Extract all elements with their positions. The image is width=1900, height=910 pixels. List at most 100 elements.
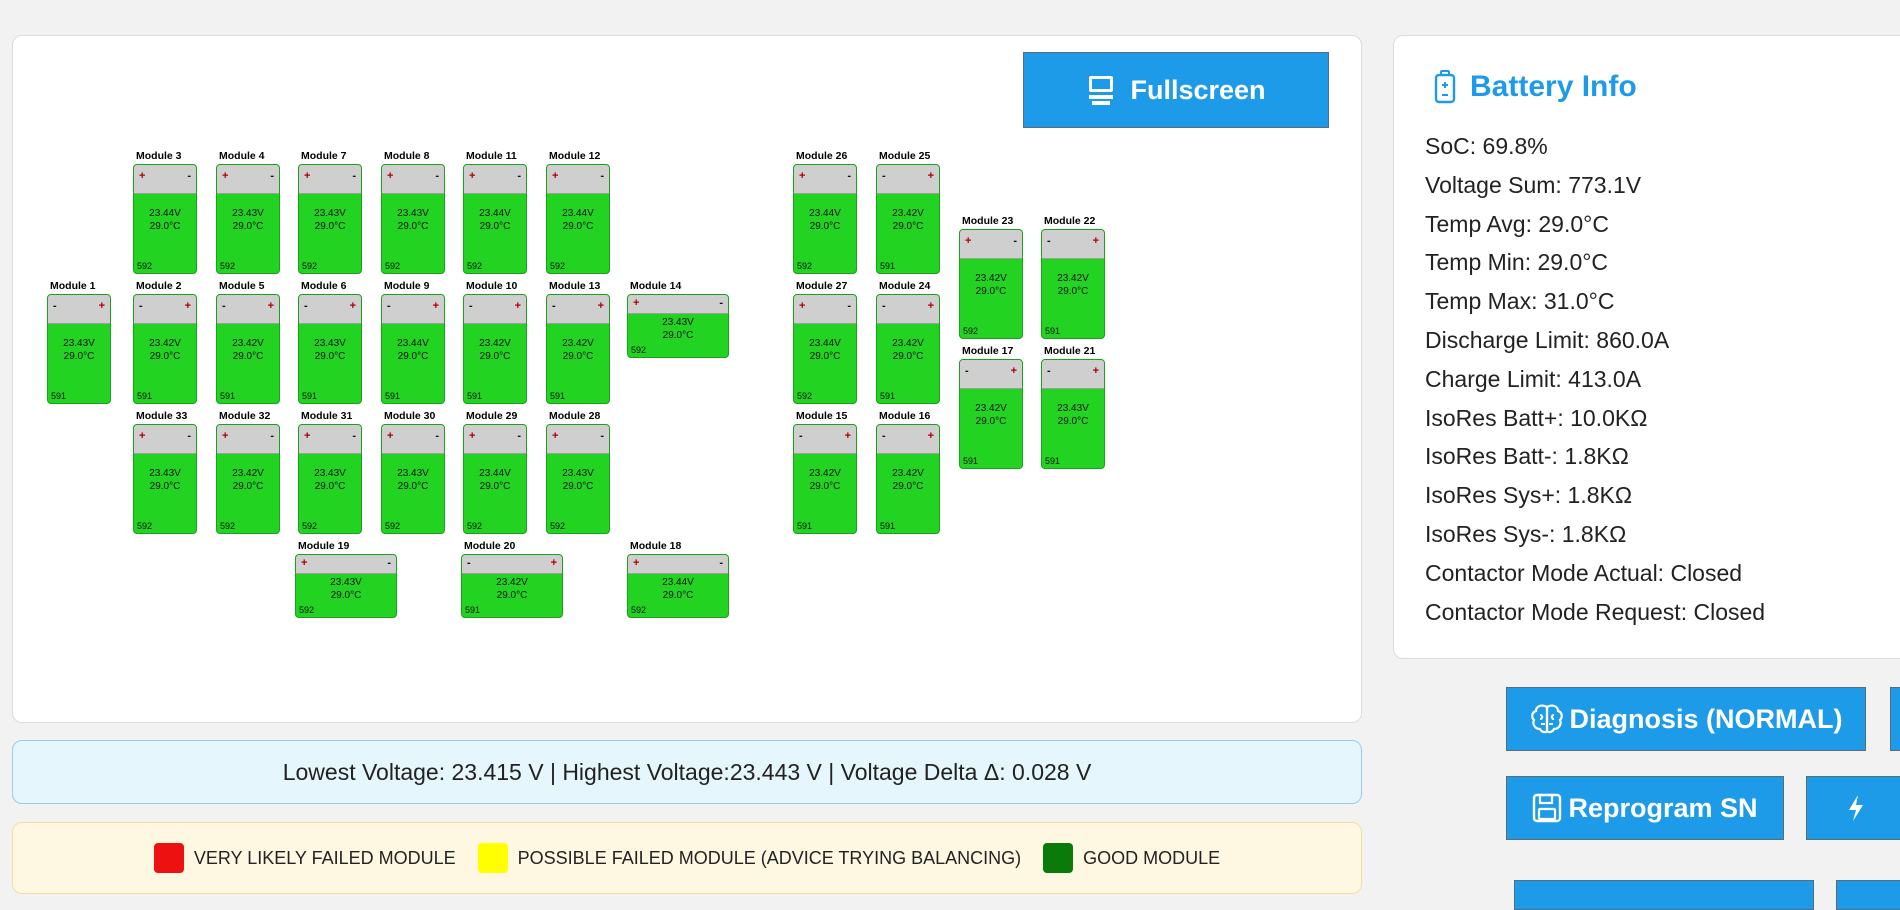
- legend-item-possible: POSSIBLE FAILED MODULE (ADVICE TRYING BA…: [477, 843, 1021, 873]
- module-voltage: 23.44V: [397, 338, 429, 349]
- module-terminal-cap: + -: [464, 165, 526, 194]
- module-serial: 591: [963, 456, 979, 466]
- module-label: Module 17: [962, 345, 1014, 357]
- module-terminal-cap: - +: [877, 165, 939, 194]
- battery-info-panel: Battery Info SoC: 69.8% Voltage Sum: 773…: [1393, 35, 1900, 659]
- module-voltage: 23.42V: [562, 338, 594, 349]
- partial-button-bottom-2[interactable]: [1836, 880, 1900, 910]
- partial-button-right-1[interactable]: [1890, 687, 1900, 751]
- terminal-right-icon: -: [187, 170, 191, 182]
- module-temperature: 29.0°C: [975, 286, 1007, 297]
- terminal-left-icon: +: [304, 170, 311, 182]
- module-readings: 23.42V 29.0°C: [217, 467, 279, 493]
- module-body: - +23.42V 29.0°C 591: [546, 294, 610, 404]
- module-voltage: 23.43V: [662, 317, 694, 328]
- info-voltage-sum: Voltage Sum: 773.1V: [1425, 171, 1642, 198]
- module-voltage: 23.43V: [63, 338, 95, 349]
- module-temperature: 29.0°C: [397, 481, 429, 492]
- module-body: + -23.43V 29.0°C 592: [381, 424, 445, 534]
- module-terminal-cap: + -: [299, 425, 361, 454]
- module-serial: 591: [1045, 326, 1061, 336]
- terminal-right-icon: -: [847, 300, 851, 312]
- module-readings: 23.43V 29.0°C: [1042, 402, 1104, 428]
- module-voltage: 23.43V: [314, 208, 346, 219]
- module-body: - +23.42V 29.0°C 591: [793, 424, 857, 534]
- module-serial: 592: [220, 261, 236, 271]
- module-serial: 592: [299, 605, 315, 615]
- terminal-right-icon: -: [719, 557, 723, 569]
- terminal-right-icon: +: [1010, 365, 1017, 377]
- terminal-right-icon: +: [184, 300, 191, 312]
- module-body: - +23.43V 29.0°C 591: [298, 294, 362, 404]
- voltage-summary-text: Lowest Voltage: 23.415 V | Highest Volta…: [282, 758, 1092, 785]
- lightning-button[interactable]: [1806, 776, 1900, 840]
- terminal-left-icon: +: [469, 430, 476, 442]
- module-temperature: 29.0°C: [149, 481, 181, 492]
- module-temperature: 29.0°C: [314, 351, 346, 362]
- module-body: + -23.43V 29.0°C 592: [133, 424, 197, 534]
- module-voltage: 23.42V: [809, 468, 841, 479]
- module-readings: 23.43V 29.0°C: [217, 207, 279, 233]
- terminal-right-icon: +: [1092, 365, 1099, 377]
- module-temperature: 29.0°C: [149, 351, 181, 362]
- module-voltage: 23.42V: [232, 338, 264, 349]
- module-label: Module 12: [549, 150, 601, 162]
- module-label: Module 3: [136, 150, 182, 162]
- module-readings: 23.44V 29.0°C: [628, 576, 728, 602]
- module-terminal-cap: - +: [1042, 230, 1104, 259]
- module-terminal-cap: + -: [296, 555, 396, 574]
- module-terminal-cap: - +: [464, 295, 526, 324]
- module-serial: 592: [963, 326, 979, 336]
- terminal-right-icon: -: [600, 170, 604, 182]
- module-voltage: 23.42V: [892, 468, 924, 479]
- terminal-left-icon: -: [222, 300, 226, 312]
- module-serial: 592: [550, 521, 566, 531]
- module-terminal-cap: - +: [877, 295, 939, 324]
- module-readings: 23.43V 29.0°C: [628, 316, 728, 342]
- module-voltage: 23.44V: [662, 577, 694, 588]
- module-temperature: 29.0°C: [1057, 416, 1089, 427]
- module-serial: 591: [1045, 456, 1061, 466]
- module-body: - +23.42V 29.0°C 591: [461, 554, 563, 618]
- module-temperature: 29.0°C: [562, 221, 594, 232]
- module-temperature: 29.0°C: [330, 590, 362, 601]
- terminal-right-icon: +: [844, 430, 851, 442]
- module-voltage: 23.43V: [330, 577, 362, 588]
- voltage-summary-bar: Lowest Voltage: 23.415 V | Highest Volta…: [12, 740, 1362, 804]
- module-terminal-cap: - +: [547, 295, 609, 324]
- module-label: Module 16: [879, 410, 931, 422]
- module-body: - +23.42V 29.0°C 591: [216, 294, 280, 404]
- legend-item-failed: VERY LIKELY FAILED MODULE: [153, 843, 456, 873]
- legend-swatch-yellow: [477, 843, 508, 873]
- module-temperature: 29.0°C: [397, 221, 429, 232]
- module-label: Module 31: [301, 410, 353, 422]
- module-readings: 23.44V 29.0°C: [464, 467, 526, 493]
- module-temperature: 29.0°C: [232, 481, 264, 492]
- module-voltage: 23.42V: [892, 208, 924, 219]
- terminal-left-icon: +: [552, 430, 559, 442]
- module-terminal-cap: - +: [217, 295, 279, 324]
- module-voltage: 23.43V: [562, 468, 594, 479]
- fullscreen-button[interactable]: Fullscreen: [1023, 52, 1329, 128]
- module-readings: 23.42V 29.0°C: [960, 402, 1022, 428]
- module-terminal-cap: - +: [48, 295, 110, 324]
- module-serial: 591: [137, 391, 153, 401]
- module-serial: 591: [220, 391, 236, 401]
- module-body: + -23.42V 29.0°C 592: [216, 424, 280, 534]
- module-readings: 23.43V 29.0°C: [299, 337, 361, 363]
- diagnosis-button[interactable]: Diagnosis (NORMAL): [1506, 687, 1866, 751]
- module-voltage: 23.42V: [1057, 273, 1089, 284]
- module-voltage: 23.44V: [809, 338, 841, 349]
- module-body: + -23.44V 29.0°C 592: [627, 554, 729, 618]
- module-label: Module 28: [549, 410, 601, 422]
- module-temperature: 29.0°C: [662, 590, 694, 601]
- module-terminal-cap: - +: [134, 295, 196, 324]
- terminal-left-icon: -: [53, 300, 57, 312]
- terminal-right-icon: +: [267, 300, 274, 312]
- partial-button-bottom-1[interactable]: [1514, 880, 1814, 910]
- legend-label-good: GOOD MODULE: [1083, 847, 1221, 868]
- module-label: Module 24: [879, 280, 931, 292]
- terminal-left-icon: -: [882, 170, 886, 182]
- reprogram-sn-button[interactable]: Reprogram SN: [1506, 776, 1784, 840]
- module-serial: 592: [631, 605, 647, 615]
